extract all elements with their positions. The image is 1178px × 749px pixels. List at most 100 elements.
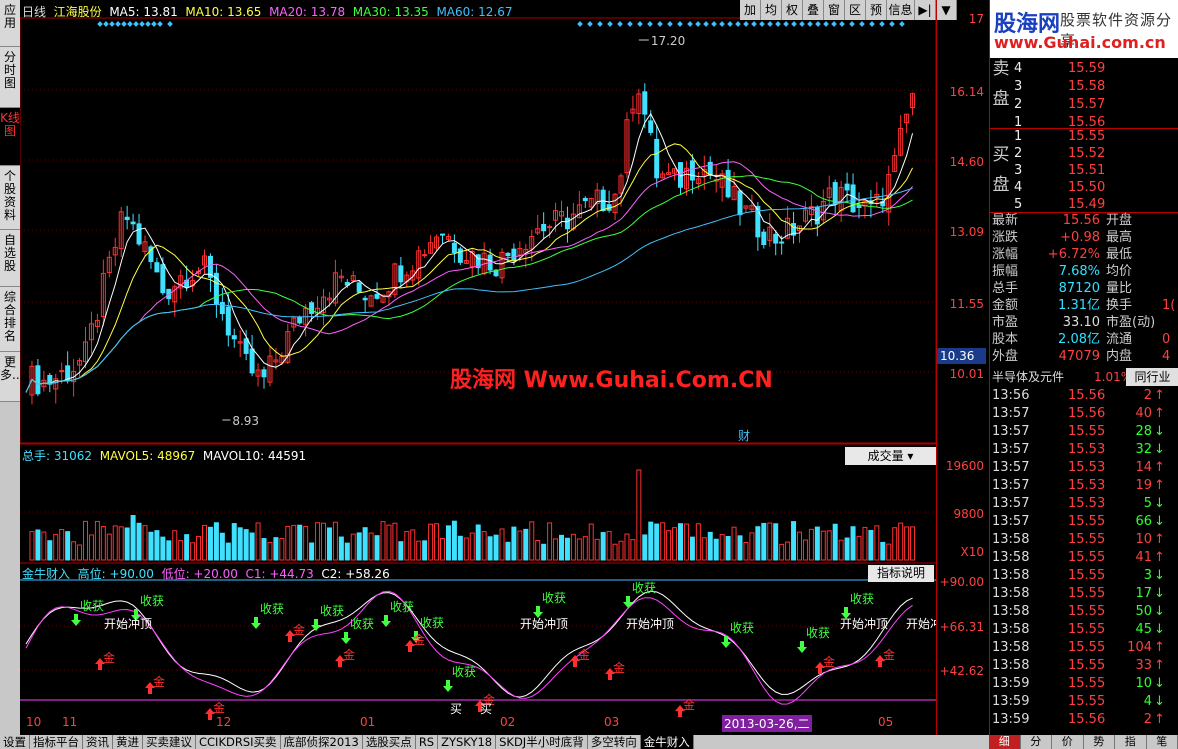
volume-dropdown-label: 成交量 [867,449,904,463]
volume-bar [785,541,791,561]
event-diamond [759,21,765,27]
volume-bar [332,521,338,561]
volume-bar [541,543,547,561]
bottom-tab-12[interactable]: 金牛财入 [640,735,694,749]
buy-level[interactable]: 1 15.55 [1012,128,1178,145]
volume-bar [493,534,499,561]
toolbar-button-8[interactable]: ▶| [915,0,936,20]
bottom-tab-7[interactable]: 选股买点 [363,735,416,749]
toolbar-button-3[interactable]: 叠 [803,0,824,20]
right-tab-5[interactable]: 笔 [1147,735,1178,749]
bottom-tab-8[interactable]: RS [416,735,439,749]
signal-gold: 金 [153,674,165,689]
trade-price: 15.55 [1068,424,1106,439]
indicator-high: 高位: +90.00 [77,567,154,581]
event-diamond [637,21,643,27]
toolbar-button-0[interactable]: 加 [740,0,761,20]
event-diamond [859,21,865,27]
trade-price: 15.55 [1068,640,1106,655]
indicator-low: 低位: +20.00 [161,567,238,581]
trade-price: 15.55 [1068,586,1106,601]
volume-bar [511,526,517,561]
quote-value: 47079 [1058,349,1100,364]
right-tab-0[interactable]: 细 [989,735,1021,749]
left-tab-5[interactable]: 综合排名 [0,287,20,352]
bottom-tab-0[interactable]: 设置 [0,735,30,749]
toolbar-button-5[interactable]: 区 [845,0,866,20]
volume-bar [237,527,243,561]
trade-price: 15.55 [1068,694,1106,709]
signal-top: 开始冲顶 [840,616,888,631]
buy-level[interactable]: 5 15.49 [1012,196,1178,213]
event-diamond [727,21,733,27]
event-diamond [695,21,701,27]
candle-body [243,338,249,354]
right-tab-4[interactable]: 指 [1115,735,1147,749]
toolbar-button-7[interactable]: 信息 [887,0,915,20]
trade-row: 13:57 15.53 5 ↓ [990,495,1178,513]
sell-level[interactable]: 2 15.57 [1012,96,1178,113]
candle-body [422,254,428,257]
toolbar-button-4[interactable]: 窗 [824,0,845,20]
same-industry-button[interactable]: 同行业 [1126,368,1178,386]
volume-bar [154,530,160,561]
left-tab-0[interactable]: 应用 [0,0,20,47]
volume-bar [445,525,451,561]
left-tab-2[interactable]: K线图 [0,108,20,166]
volume-bar [779,543,785,561]
bottom-tab-5[interactable]: CCIKDRSI买卖 [196,735,281,749]
bottom-tab-4[interactable]: 买卖建议 [143,735,196,749]
arrow-down-icon: ↓ [1154,568,1165,583]
left-tab-3[interactable]: 个股资料 [0,166,20,230]
bottom-tab-11[interactable]: 多空转向 [588,735,641,749]
quote-label-2: 最高 [1106,230,1133,245]
signal-harvest: 收获 [452,665,476,679]
toolbar-button-6[interactable]: 预 [866,0,887,20]
bottom-tab-10[interactable]: SKDJ半小时底背 [496,735,588,749]
right-tab-2[interactable]: 价 [1052,735,1084,749]
candle-body [547,226,553,229]
left-tab-4[interactable]: 自选股 [0,230,20,287]
toolbar-button-2[interactable]: 权 [782,0,803,20]
volume-indicator-dropdown[interactable]: 成交量 ▾ [845,447,936,465]
volume-bar [362,527,368,561]
period-label[interactable]: 日线 [22,5,46,19]
left-tab-6[interactable]: 更多... [0,352,23,402]
right-tab-3[interactable]: 势 [1084,735,1115,749]
quote-value: 33.10 [1062,315,1100,330]
volume-bar [892,527,898,561]
volume-bar [303,525,309,561]
bottom-tab-2[interactable]: 资讯 [83,735,113,749]
sell-level[interactable]: 3 15.58 [1012,78,1178,95]
volume-bar [416,540,422,561]
chart-area[interactable]: 17.20 8.93 财收获 收获 收获 收获 收获 收获 收获 收获 收获 收获 收获 收获 收获金金金金… [20,0,936,735]
buy-level[interactable]: 2 15.52 [1012,145,1178,162]
volume-bar [315,522,321,561]
trade-price: 15.53 [1068,442,1106,457]
right-tab-1[interactable]: 分 [1021,735,1052,749]
indicator-help-button[interactable]: 指标说明 [868,565,934,582]
left-tab-1[interactable]: 分时图 [0,47,20,108]
trade-volume: 2 [1143,388,1152,403]
indicator-name: 金牛财入 [22,567,71,581]
volume-bar [862,526,868,561]
volume-bar [344,542,350,561]
bottom-tab-9[interactable]: ZYSKY18 [438,735,497,749]
toolbar-button-1[interactable]: 均 [761,0,782,20]
price-axis-label: 14.60 [949,155,984,169]
bottom-tab-1[interactable]: 指标平台 [30,735,83,749]
date-label: 03 [604,715,620,729]
event-diamond [807,21,813,27]
date-label: 12 [216,715,232,729]
sell-level[interactable]: 4 15.59 [1012,60,1178,77]
trade-row: 13:57 15.53 19 ↑ [990,477,1178,495]
quote-row: 市盈 33.10 市盈(动) [990,315,1178,331]
buy-level[interactable]: 4 15.50 [1012,179,1178,196]
buy-level[interactable]: 3 15.51 [1012,162,1178,179]
bottom-tab-3[interactable]: 黄进 [113,735,143,749]
quote-row: 外盘 47079 内盘 4 [990,349,1178,365]
volume-bar [136,522,142,561]
event-diamond [115,21,121,27]
volume-bar [469,532,475,561]
bottom-tab-6[interactable]: 底部侦探2013 [281,735,363,749]
